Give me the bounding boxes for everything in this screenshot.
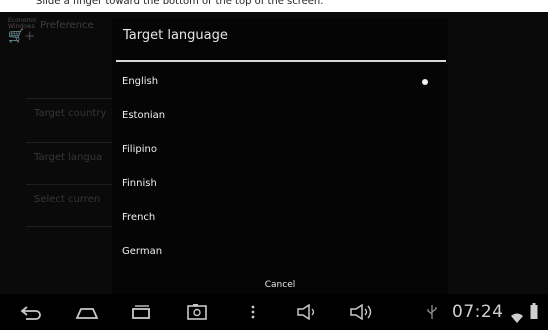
status-time: 07:24 (452, 302, 504, 322)
wifi-icon (510, 308, 524, 323)
background-divider (26, 226, 116, 227)
app-logo-cart-icon: 🛒+ (8, 29, 36, 44)
background-title: Preference (40, 20, 94, 31)
language-option[interactable]: Filipino (112, 134, 448, 168)
language-option-label: Estonian (122, 110, 166, 121)
background-item-target-country[interactable]: Target country (34, 108, 106, 119)
volume-up-icon[interactable] (348, 302, 374, 322)
language-option-label: French (122, 212, 156, 223)
language-option[interactable]: French (112, 202, 448, 236)
language-option-label: Finnish (122, 178, 157, 189)
background-divider (26, 98, 116, 99)
language-option[interactable]: Estonian (112, 100, 448, 134)
target-language-dialog: Target language English Estonian Filipino F… (112, 18, 448, 300)
language-option[interactable]: Finnish (112, 168, 448, 202)
dialog-title-divider (116, 60, 446, 62)
language-option-list: English Estonian Filipino Finnish French Germ… (112, 66, 448, 270)
home-icon[interactable] (74, 302, 100, 322)
back-icon[interactable] (18, 302, 44, 322)
background-item-target-language[interactable]: Target langua (34, 152, 102, 163)
language-option-label: German (122, 246, 163, 257)
recent-apps-icon[interactable] (128, 302, 154, 322)
usb-icon (426, 304, 438, 320)
system-navigation-bar: 07:24 (0, 294, 548, 330)
volume-down-icon[interactable] (294, 302, 320, 322)
app-logo: Economic Windows 🛒+ (8, 18, 38, 48)
battery-icon (530, 303, 538, 319)
language-option[interactable]: German (112, 236, 448, 270)
screenshot-icon[interactable] (184, 302, 210, 322)
language-option[interactable]: English (112, 66, 448, 100)
app-logo-plus: + (24, 29, 36, 44)
selected-radio-icon[interactable] (422, 79, 428, 85)
background-item-select-currency[interactable]: Select curren (34, 194, 100, 205)
background-divider (26, 184, 116, 185)
language-option-label: English (122, 76, 159, 87)
menu-icon[interactable] (240, 302, 266, 322)
dialog-title: Target language (123, 28, 228, 43)
background-divider (26, 142, 116, 143)
tablet-screen: Economic Windows 🛒+ Preference Target co… (0, 12, 548, 330)
instruction-caption: Slide a finger toward the bottom or the … (36, 0, 324, 7)
language-option-label: Filipino (122, 144, 157, 155)
